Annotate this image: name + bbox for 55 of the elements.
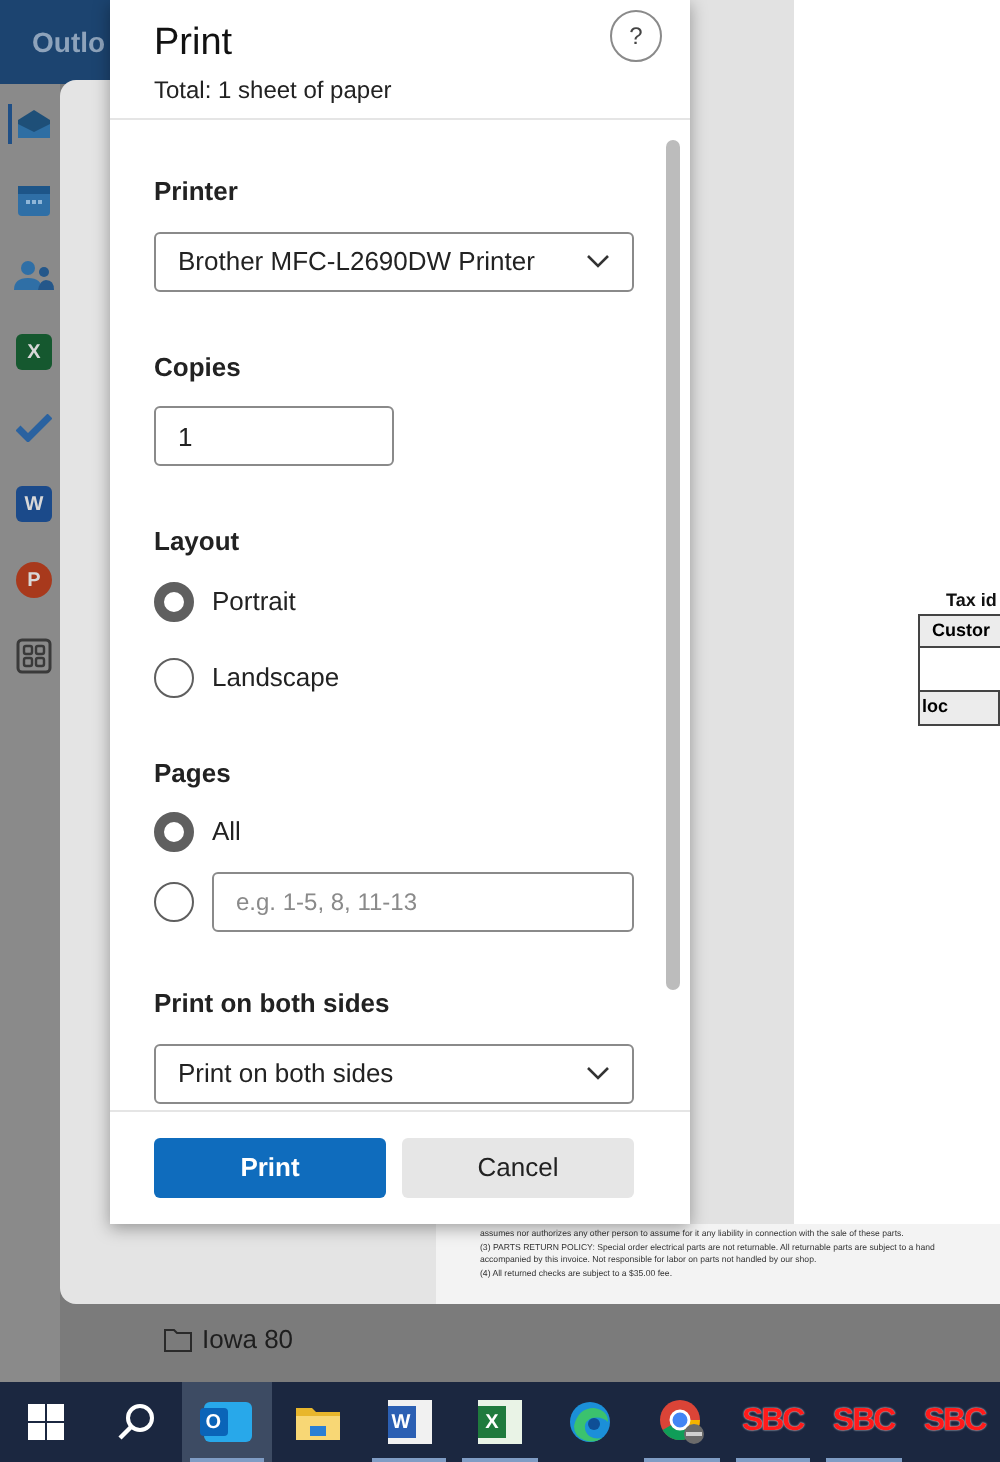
app-letter: O — [199, 1408, 228, 1436]
app-title: Outlo — [32, 23, 106, 61]
cancel-button[interactable]: Cancel — [402, 1138, 634, 1198]
radio-button[interactable] — [154, 657, 194, 697]
radio-button[interactable] — [154, 812, 194, 852]
taskbar-button[interactable]: SBC — [727, 1382, 819, 1462]
section-label: Layout — [154, 524, 242, 560]
checkmark-icon[interactable] — [16, 414, 52, 442]
excel-icon[interactable]: X — [16, 334, 52, 370]
radio-label: All — [212, 814, 241, 851]
document-app-icon[interactable]: W — [387, 1400, 432, 1444]
app-logo[interactable]: SBC — [923, 1406, 986, 1438]
browser-swirl-icon[interactable] — [568, 1400, 613, 1444]
radio-button[interactable] — [154, 581, 194, 621]
page-range-field[interactable]: e.g. 1-5, 8, 11-13 — [212, 872, 634, 932]
mail-icon[interactable] — [16, 108, 52, 140]
folder-item[interactable]: Iowa 80 — [164, 1320, 294, 1359]
table-cell: loc — [920, 692, 1000, 724]
section-label: Pages — [154, 755, 233, 792]
page-heading: Tax id — [946, 588, 997, 614]
taskbar-button[interactable]: O — [181, 1382, 273, 1462]
search-icon[interactable] — [116, 1402, 157, 1442]
spreadsheet-app-icon[interactable]: X — [477, 1400, 522, 1444]
taskbar-button[interactable]: SBC — [909, 1382, 1000, 1462]
help-button[interactable]: ? — [610, 10, 662, 62]
scrollbar-thumb[interactable] — [666, 140, 680, 990]
panel-title: Print — [154, 20, 235, 68]
taskbar-button[interactable]: X — [454, 1382, 546, 1462]
windows-logo-icon[interactable] — [27, 1404, 64, 1440]
taskbar-button[interactable]: SBC — [818, 1382, 910, 1462]
word-icon[interactable]: W — [16, 486, 52, 522]
radio-label: Portrait — [212, 583, 296, 620]
table-cell: Custor — [920, 616, 1000, 648]
calendar-icon[interactable] — [16, 183, 52, 217]
panel-subtitle: Total: 1 sheet of paper — [154, 74, 392, 108]
section-label: Print on both sides — [154, 986, 392, 1022]
print-button[interactable]: Print — [154, 1138, 386, 1198]
apps-grid-icon[interactable] — [16, 638, 52, 674]
section-label: Printer — [154, 174, 240, 210]
copies-field[interactable]: 1 — [154, 406, 394, 466]
taskbar-button[interactable]: W — [363, 1382, 455, 1462]
browser-circle-icon[interactable] — [657, 1398, 706, 1446]
app-logo[interactable]: SBC — [832, 1406, 895, 1438]
radio-button[interactable] — [154, 882, 194, 922]
app-logo[interactable]: SBC — [741, 1406, 804, 1438]
mail-app-icon[interactable]: O — [203, 1402, 252, 1442]
printer-dropdown[interactable]: Brother MFC-L2690DW Printer — [154, 231, 634, 291]
chevron-down-icon — [586, 1066, 610, 1080]
chevron-down-icon — [586, 254, 610, 268]
section-label: Copies — [154, 349, 243, 386]
folder-icon — [164, 1327, 192, 1352]
powerpoint-icon[interactable]: P — [16, 562, 52, 598]
duplex-dropdown[interactable]: Print on both sides — [154, 1043, 634, 1103]
folder-icon[interactable] — [294, 1402, 343, 1442]
radio-label: Landscape — [212, 659, 340, 696]
